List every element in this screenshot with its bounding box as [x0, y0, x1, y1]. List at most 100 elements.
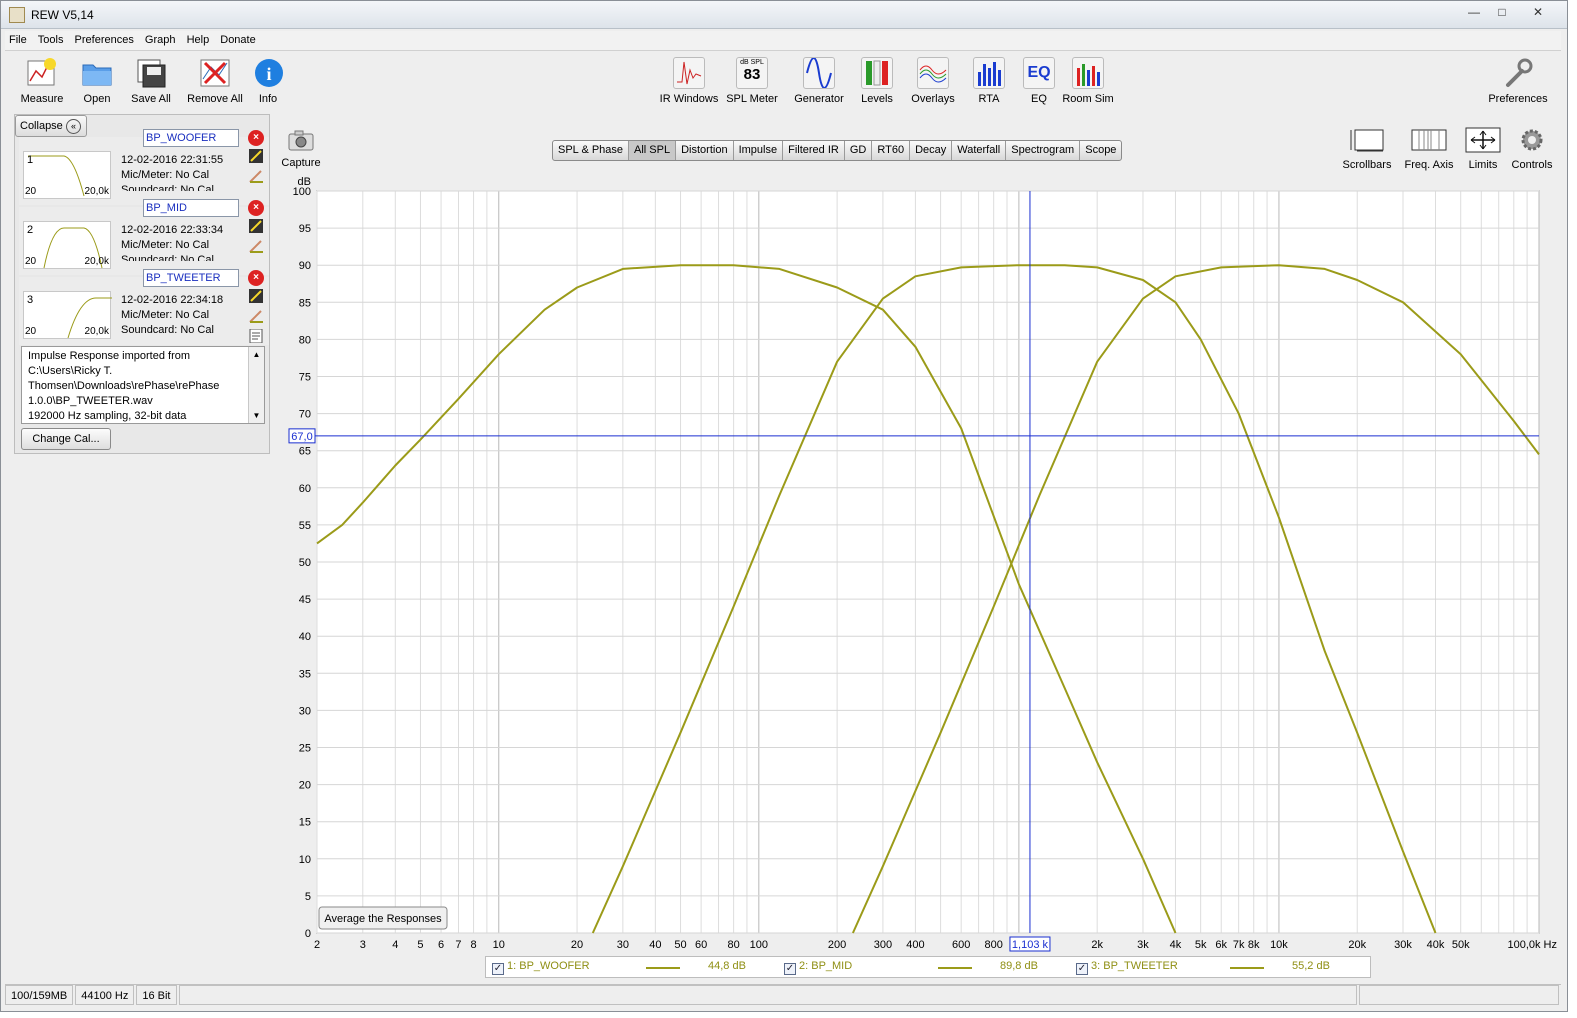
measurement-item[interactable]: BP_WOOFER × 1 20 20,0k 12-02-2016 22:31:… [19, 129, 269, 205]
y-tick-label: 80 [299, 334, 311, 346]
x-tick-label: 2 [314, 939, 320, 951]
checkbox-checked-icon[interactable]: ✓ [784, 963, 796, 975]
scroll-down-icon[interactable]: ▼ [249, 408, 264, 423]
tab-waterfall[interactable]: Waterfall [952, 141, 1007, 160]
limits-button[interactable]: Limits [1463, 127, 1503, 171]
y-tick-label: 85 [299, 297, 311, 309]
spl-graph[interactable]: 0510152025303540455055606570758085909510… [287, 173, 1557, 953]
rta-button[interactable]: RTA [969, 57, 1009, 105]
menu-donate[interactable]: Donate [216, 31, 259, 49]
menu-help[interactable]: Help [183, 31, 214, 49]
notes-scrollbar[interactable]: ▲ ▼ [248, 347, 264, 423]
measurement-item[interactable]: BP_MID × 2 20 20,0k 12-02-2016 22:33:34 … [19, 199, 269, 275]
x-tick-label: 80 [728, 939, 740, 951]
pencil-icon[interactable] [249, 169, 263, 183]
pencil-icon[interactable] [249, 239, 263, 253]
minimize-button[interactable]: — [1459, 4, 1489, 22]
tab-spl-phase[interactable]: SPL & Phase [553, 141, 630, 160]
scrollbars-button[interactable]: Scrollbars [1341, 127, 1393, 171]
title-bar: REW V5,14 — □ ✕ [1, 1, 1567, 29]
change-cal-button[interactable]: Change Cal... [21, 428, 111, 450]
checkbox-checked-icon[interactable]: ✓ [492, 963, 504, 975]
svg-text:i: i [266, 64, 271, 84]
levels-icon [861, 57, 893, 89]
series-legend: ✓ 1: BP_WOOFER 44,8 dB ✓ 2: BP_MID 89,8 dB… [485, 956, 1371, 978]
close-window-button[interactable]: ✕ [1523, 4, 1553, 22]
x-tick-label: 20k [1348, 939, 1366, 951]
save-all-button[interactable]: Save All [125, 57, 177, 105]
generator-button[interactable]: Generator [791, 57, 847, 105]
tab-spectrogram[interactable]: Spectrogram [1006, 141, 1081, 160]
menu-preferences[interactable]: Preferences [71, 31, 138, 49]
measurement-name-field[interactable]: BP_MID [143, 199, 239, 217]
y-tick-label: 25 [299, 743, 311, 755]
tab-rt60[interactable]: RT60 [872, 141, 911, 160]
overlays-button[interactable]: Overlays [907, 57, 959, 105]
x-tick-label: 8k [1248, 939, 1260, 951]
average-responses-label: Average the Responses [324, 913, 442, 925]
menu-graph[interactable]: Graph [141, 31, 180, 49]
tab-filtered-ir[interactable]: Filtered IR [783, 141, 845, 160]
measure-button[interactable]: Measure [15, 57, 69, 105]
ir-windows-button[interactable]: IR Windows [659, 57, 719, 105]
remove-measurement-icon[interactable]: × [248, 130, 264, 146]
freq-axis-button[interactable]: Freq. Axis [1401, 127, 1457, 171]
y-tick-label: 45 [299, 594, 311, 606]
tab-decay[interactable]: Decay [910, 141, 953, 160]
folder-icon [81, 57, 113, 89]
x-tick-label: 40k [1427, 939, 1445, 951]
tab-distortion[interactable]: Distortion [676, 141, 734, 160]
legend-item[interactable]: ✓ 1: BP_WOOFER [492, 960, 590, 975]
x-tick-label: 10 [493, 939, 505, 951]
legend-item[interactable]: ✓ 2: BP_MID [784, 960, 852, 975]
y-tick-label: 60 [299, 483, 311, 495]
tab-gd[interactable]: GD [845, 141, 873, 160]
levels-button[interactable]: Levels [857, 57, 897, 105]
remove-all-button[interactable]: Remove All [185, 57, 245, 105]
capture-button[interactable]: Capture [281, 129, 321, 169]
window-title: REW V5,14 [31, 8, 94, 22]
controls-button[interactable]: Controls [1509, 127, 1555, 171]
maximize-button[interactable]: □ [1487, 4, 1517, 22]
graph-edit-icon[interactable] [249, 219, 263, 233]
limits-icon [1465, 127, 1501, 153]
measurement-info: 12-02-2016 22:33:34 Mic/Meter: No Cal So… [121, 224, 224, 261]
measurement-item[interactable]: BP_TWEETER × 3 20 20,0k 12-02-2016 22:34… [19, 269, 269, 345]
remove-measurement-icon[interactable]: × [248, 200, 264, 216]
status-bar: 100/159MB 44100 Hz 16 Bit [5, 984, 1561, 1006]
legend-line-swatch [1230, 967, 1264, 969]
legend-line-swatch [938, 967, 972, 969]
info-button[interactable]: i Info [253, 57, 283, 105]
tab-impulse[interactable]: Impulse [734, 141, 784, 160]
scroll-up-icon[interactable]: ▲ [249, 347, 264, 362]
menu-tools[interactable]: Tools [34, 31, 68, 49]
tab-scope[interactable]: Scope [1080, 141, 1121, 160]
measurement-name-field[interactable]: BP_WOOFER [143, 129, 239, 147]
x-tick-label: 5 [417, 939, 423, 951]
graph-edit-icon[interactable] [249, 149, 263, 163]
generator-icon [803, 57, 835, 89]
x-tick-label: 20 [571, 939, 583, 951]
legend-item[interactable]: ✓ 3: BP_TWEETER [1076, 960, 1178, 975]
eq-icon: EQ [1023, 57, 1055, 89]
graph-edit-icon[interactable] [249, 289, 263, 303]
spl-meter-button[interactable]: dB SPL 83 SPL Meter [725, 57, 779, 105]
eq-button[interactable]: EQ EQ [1019, 57, 1059, 105]
chevrons-left-icon: « [66, 119, 81, 134]
room-sim-button[interactable]: Room Sim [1061, 57, 1115, 105]
preferences-button[interactable]: Preferences [1485, 57, 1551, 105]
x-tick-label: 800 [985, 939, 1003, 951]
collapse-button[interactable]: Collapse « [15, 115, 87, 137]
checkbox-checked-icon[interactable]: ✓ [1076, 963, 1088, 975]
remove-measurement-icon[interactable]: × [248, 270, 264, 286]
tab-all-spl[interactable]: All SPL [629, 141, 677, 160]
room-sim-icon [1072, 57, 1104, 89]
notes-icon[interactable] [249, 328, 263, 344]
measurement-notes[interactable]: Impulse Response imported from C:\Users\… [21, 346, 265, 424]
open-button[interactable]: Open [77, 57, 117, 105]
y-tick-label: 50 [299, 557, 311, 569]
pencil-icon[interactable] [249, 309, 263, 323]
y-tick-label: 5 [305, 891, 311, 903]
measurement-name-field[interactable]: BP_TWEETER [143, 269, 239, 287]
menu-file[interactable]: File [5, 31, 31, 49]
